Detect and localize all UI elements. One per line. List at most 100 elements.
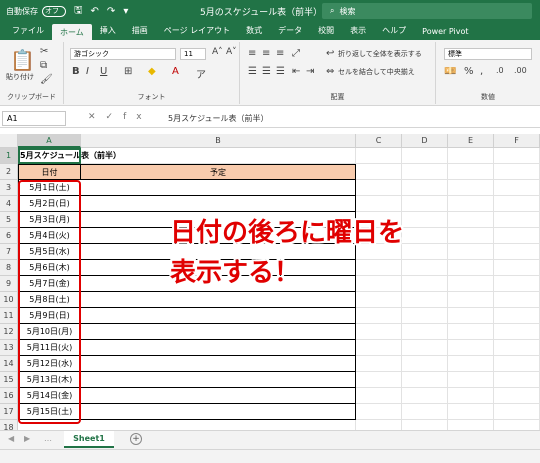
row-header-14[interactable]: 14 [0, 356, 18, 372]
ribbon-tab-3[interactable]: 描画 [124, 25, 156, 40]
wrap-text-button[interactable]: 折り返して全体を表示する [338, 49, 422, 59]
insert-function-icon[interactable]: fx [123, 112, 152, 122]
name-box[interactable]: A1 [2, 111, 66, 126]
more-sheets-icon[interactable]: … [44, 434, 52, 443]
row-header-17[interactable]: 17 [0, 404, 18, 420]
ribbon-tab-9[interactable]: ヘルプ [374, 25, 414, 40]
font-name-select[interactable]: 游ゴシック [70, 48, 176, 60]
row-header-11[interactable]: 11 [0, 308, 18, 324]
save-icon[interactable]: 🖫 [74, 3, 83, 20]
header-date-cell[interactable]: 日付 [18, 164, 81, 180]
orientation-icon[interactable]: ⤢ [292, 48, 300, 59]
plan-cell[interactable] [80, 196, 356, 212]
paste-icon[interactable]: 📋 [10, 48, 35, 72]
column-header-b[interactable]: B [81, 134, 356, 148]
font-size-select[interactable]: 11 [180, 48, 206, 60]
plan-cell[interactable] [80, 180, 356, 196]
column-header-e[interactable]: E [448, 134, 494, 148]
borders-icon[interactable]: ⊞ [124, 66, 132, 77]
ribbon-tab-2[interactable]: 挿入 [92, 25, 124, 40]
row-header-8[interactable]: 8 [0, 260, 18, 276]
align-middle-icon[interactable]: ≡ [262, 48, 270, 59]
increase-decimal-icon[interactable]: .0 [496, 66, 504, 75]
row-header-3[interactable]: 3 [0, 180, 18, 196]
ribbon-tab-8[interactable]: 表示 [342, 25, 374, 40]
row-header-12[interactable]: 12 [0, 324, 18, 340]
header-plan-cell[interactable]: 予定 [80, 164, 356, 180]
merge-center-icon[interactable]: ⇔ [326, 66, 334, 77]
currency-icon[interactable]: 💴 [444, 66, 456, 77]
align-center-icon[interactable]: ☰ [262, 66, 271, 77]
formula-input[interactable]: 5月スケジュール表（前半） [166, 111, 538, 126]
ribbon-tab-1[interactable]: ホーム [52, 24, 92, 40]
formula-bar: A1 ✕✓fx 5月スケジュール表（前半） [0, 108, 540, 128]
plan-cell[interactable] [80, 372, 356, 388]
indent-decrease-icon[interactable]: ⇤ [292, 66, 300, 77]
grow-font-icon[interactable]: A˄ [212, 47, 223, 57]
row-header-9[interactable]: 9 [0, 276, 18, 292]
redo-icon[interactable]: ↷ [107, 6, 115, 17]
search-box[interactable]: ⌕ 検索 [322, 3, 532, 19]
italic-icon[interactable]: I [86, 66, 89, 77]
cut-icon[interactable]: ✂ [40, 46, 48, 57]
align-left-icon[interactable]: ☰ [248, 66, 257, 77]
bold-icon[interactable]: B [72, 66, 80, 77]
undo-icon[interactable]: ↶ [91, 6, 99, 17]
phonetic-icon[interactable]: ア [196, 66, 206, 81]
plan-cell[interactable] [80, 404, 356, 420]
plan-cell[interactable] [80, 340, 356, 356]
plan-cell[interactable] [80, 308, 356, 324]
row-header-1[interactable]: 1 [0, 148, 18, 164]
number-format-select[interactable]: 標準 [444, 48, 532, 60]
autosave-toggle[interactable]: オフ [42, 5, 66, 17]
prev-sheet-icon[interactable]: ◀ [8, 434, 14, 443]
column-header-a[interactable]: A [18, 134, 81, 148]
shrink-font-icon[interactable]: A˅ [226, 47, 237, 57]
merge-center-button[interactable]: セルを結合して中央揃え [338, 67, 415, 77]
font-color-icon[interactable]: A [172, 66, 179, 77]
row-header-2[interactable]: 2 [0, 164, 18, 180]
comma-icon[interactable]: , [480, 66, 483, 77]
row-header-5[interactable]: 5 [0, 212, 18, 228]
row-header-4[interactable]: 4 [0, 196, 18, 212]
fill-color-icon[interactable]: ◆ [148, 66, 156, 77]
sheet-tab-sheet1[interactable]: Sheet1 [64, 431, 114, 448]
copy-icon[interactable]: ⧉ [40, 60, 47, 71]
plan-cell[interactable] [80, 292, 356, 308]
select-all-corner[interactable] [0, 134, 18, 148]
plan-cell[interactable] [80, 356, 356, 372]
ribbon-tab-7[interactable]: 校閲 [310, 25, 342, 40]
column-header-c[interactable]: C [356, 134, 402, 148]
worksheet-grid[interactable]: A B C D E F 1 2 3 4 5 6 7 8 9 10 11 12 13 14 15 16 17 18 5月スケジュー… [0, 134, 540, 436]
ribbon-tab-4[interactable]: ページ レイアウト [156, 25, 238, 40]
row-header-7[interactable]: 7 [0, 244, 18, 260]
row-header-6[interactable]: 6 [0, 228, 18, 244]
ribbon-tab-10[interactable]: Power Pivot [414, 27, 476, 40]
decrease-decimal-icon[interactable]: .00 [514, 66, 527, 75]
add-sheet-icon[interactable]: + [130, 433, 142, 445]
column-header-f[interactable]: F [494, 134, 540, 148]
row-header-15[interactable]: 15 [0, 372, 18, 388]
ribbon-tab-0[interactable]: ファイル [4, 25, 52, 40]
column-header-d[interactable]: D [402, 134, 448, 148]
align-top-icon[interactable]: ≡ [248, 48, 256, 59]
row-header-16[interactable]: 16 [0, 388, 18, 404]
indent-increase-icon[interactable]: ⇥ [306, 66, 314, 77]
plan-cell[interactable] [80, 324, 356, 340]
ribbon-tab-6[interactable]: データ [270, 25, 310, 40]
wrap-text-icon[interactable]: ↩ [326, 48, 334, 59]
percent-icon[interactable]: % [464, 66, 474, 77]
ribbon-tab-5[interactable]: 数式 [238, 25, 270, 40]
cancel-icon[interactable]: ✕ [88, 112, 106, 122]
underline-icon[interactable]: U [100, 66, 107, 77]
customize-qat-icon[interactable]: ▾ [123, 6, 128, 17]
row-header-13[interactable]: 13 [0, 340, 18, 356]
paste-button[interactable]: 貼り付け [6, 72, 34, 82]
plan-cell[interactable] [80, 388, 356, 404]
align-bottom-icon[interactable]: ≡ [276, 48, 284, 59]
format-painter-icon[interactable]: 🖌 [40, 74, 53, 85]
align-right-icon[interactable]: ☰ [276, 66, 285, 77]
next-sheet-icon[interactable]: ▶ [24, 434, 30, 443]
enter-icon[interactable]: ✓ [106, 112, 124, 122]
row-header-10[interactable]: 10 [0, 292, 18, 308]
